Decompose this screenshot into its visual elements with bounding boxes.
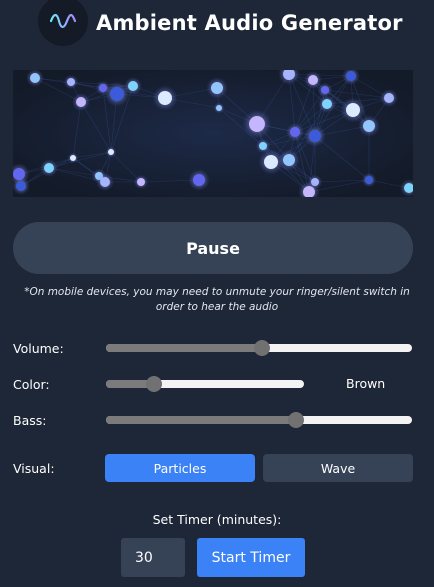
particle [158, 91, 172, 105]
app-header: Ambient Audio Generator [38, 0, 403, 46]
particle [346, 71, 356, 81]
mobile-audio-note: *On mobile devices, you may need to unmu… [24, 286, 410, 313]
bass-label: Bass: [13, 413, 47, 428]
particle [384, 93, 394, 103]
particle [108, 149, 114, 155]
color-slider-thumb[interactable] [145, 376, 162, 392]
timer-label: Set Timer (minutes): [152, 512, 282, 527]
particle [110, 87, 124, 101]
particle [216, 105, 222, 111]
volume-label: Volume: [13, 341, 64, 356]
particle [100, 177, 110, 187]
volume-slider[interactable] [106, 340, 412, 356]
particle [346, 103, 360, 117]
start-timer-button[interactable]: Start Timer [197, 538, 305, 577]
volume-slider-thumb[interactable] [254, 340, 271, 356]
particle [76, 97, 86, 107]
volume-slider-fill [106, 344, 263, 352]
visual-label: Visual: [13, 461, 55, 476]
waveform-icon [38, 0, 88, 46]
app-title: Ambient Audio Generator [96, 11, 403, 35]
particle [264, 155, 278, 169]
bass-slider-thumb[interactable] [287, 412, 304, 428]
particle [137, 178, 145, 186]
particle [193, 174, 205, 186]
particle [309, 130, 321, 142]
particle [67, 78, 75, 86]
particle [322, 99, 332, 109]
particle [211, 82, 223, 94]
color-value: Brown [346, 376, 386, 391]
bass-slider-fill [106, 416, 296, 424]
timer-minutes-input[interactable] [121, 538, 185, 577]
particle [249, 116, 265, 132]
particle [16, 181, 26, 191]
particle [363, 120, 375, 132]
visual-tab-wave[interactable]: Wave [263, 454, 413, 482]
particle [283, 154, 295, 166]
particle [365, 176, 373, 184]
visual-tab-particles[interactable]: Particles [105, 454, 255, 482]
color-label: Color: [13, 377, 50, 392]
particle-network-canvas [13, 70, 413, 197]
particle [128, 81, 138, 91]
particle [259, 142, 267, 150]
particle [308, 75, 318, 85]
particle [44, 163, 54, 173]
pause-button[interactable]: Pause [13, 222, 413, 274]
particle [30, 73, 40, 83]
particle [321, 86, 329, 94]
bass-slider[interactable] [106, 412, 412, 428]
particle [290, 127, 300, 137]
particle [70, 155, 76, 161]
color-slider[interactable] [106, 376, 304, 392]
particle-visualizer [13, 70, 413, 197]
